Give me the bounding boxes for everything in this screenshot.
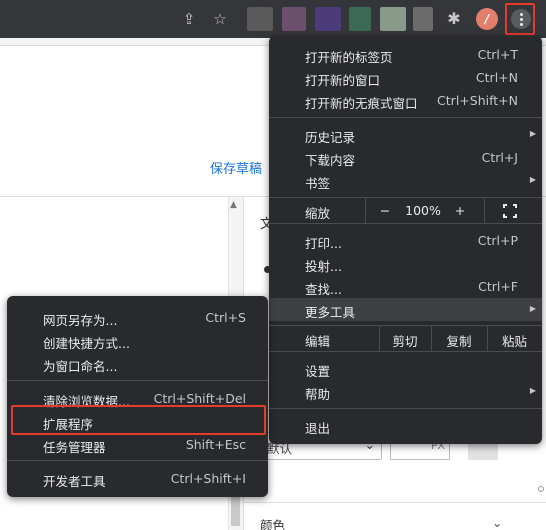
menu-separator <box>7 460 268 461</box>
menu-item-shortcut: Ctrl+S <box>205 310 246 325</box>
menu-item-label: 设置 <box>305 364 331 379</box>
cut-button[interactable]: 剪切 <box>379 331 431 350</box>
menu-item-shortcut: Ctrl+N <box>475 70 518 85</box>
extension-icon[interactable] <box>282 7 306 31</box>
extensions-annotation-box <box>11 405 266 435</box>
menu-item-settings[interactable]: 设置 <box>269 357 542 380</box>
menu-kebab-icon[interactable] <box>511 9 531 29</box>
chevron-right-icon: ▶ <box>529 129 536 138</box>
menu-item-task-manager[interactable]: 任务管理器 Shift+Esc <box>7 433 268 456</box>
menu-item-label: 下载内容 <box>305 153 356 168</box>
menu-item-shortcut: Ctrl+J <box>481 150 518 165</box>
menu-item-print[interactable]: 打印... Ctrl+P <box>269 229 542 252</box>
menu-item-label: 打印... <box>305 236 342 251</box>
menu-item-label: 创建快捷方式... <box>43 336 130 351</box>
paste-button[interactable]: 粘贴 <box>487 331 542 350</box>
menu-item-shortcut: Ctrl+Shift+I <box>170 471 246 486</box>
zoom-value: 100% <box>405 203 441 218</box>
star-icon[interactable]: ☆ <box>211 10 229 28</box>
menu-separator <box>269 117 542 118</box>
zoom-in-button[interactable]: + <box>452 203 468 218</box>
menu-item-cast[interactable]: 投射... <box>269 252 542 275</box>
zoom-divider <box>484 198 485 223</box>
scroll-marker <box>538 486 544 492</box>
menu-item-exit[interactable]: 退出 <box>269 414 542 437</box>
menu-item-bookmarks[interactable]: 书签 ▶ <box>269 169 542 192</box>
menu-item-more-tools[interactable]: 更多工具 ▶ <box>269 298 542 321</box>
menu-item-label: 帮助 <box>305 387 331 402</box>
menu-separator <box>269 223 542 224</box>
scroll-up-icon[interactable]: ▲ <box>230 200 237 210</box>
menu-item-downloads[interactable]: 下载内容 Ctrl+J <box>269 146 542 169</box>
menu-item-label: 打开新的无痕式窗口 <box>305 96 418 111</box>
menu-item-shortcut: Ctrl+F <box>478 279 518 294</box>
menu-annotation-box <box>505 3 535 35</box>
menu-item-label: 更多工具 <box>305 305 356 320</box>
menu-item-label: 打开新的窗口 <box>305 73 381 88</box>
menu-item-label: 为窗口命名... <box>43 359 118 374</box>
menu-item-label: 历史记录 <box>305 130 356 145</box>
menu-item-shortcut: Ctrl+P <box>477 233 518 248</box>
chevron-down-icon[interactable]: ⌄ <box>492 515 502 530</box>
divider <box>244 502 546 503</box>
edit-row: 编辑 剪切 复制 粘贴 <box>269 326 542 351</box>
chevron-right-icon: ▶ <box>529 175 536 184</box>
extension-icon[interactable] <box>413 7 433 31</box>
extension-icon[interactable] <box>380 7 406 31</box>
menu-item-label: 书签 <box>305 176 331 191</box>
copy-button[interactable]: 复制 <box>431 331 487 350</box>
menu-item-history[interactable]: 历史记录 ▶ <box>269 123 542 146</box>
menu-item-label: 任务管理器 <box>43 440 106 455</box>
menu-item-find[interactable]: 查找... Ctrl+F <box>269 275 542 298</box>
zoom-label: 缩放 <box>305 206 331 221</box>
menu-item-developer-tools[interactable]: 开发者工具 Ctrl+Shift+I <box>7 467 268 490</box>
more-tools-submenu: 网页另存为... Ctrl+S 创建快捷方式... 为窗口命名... 清除浏览数… <box>7 296 268 497</box>
menu-item-shortcut: Ctrl+T <box>477 47 518 62</box>
menu-item-label: 退出 <box>305 421 331 436</box>
menu-item-new-tab[interactable]: 打开新的标签页 Ctrl+T <box>269 43 542 66</box>
menu-item-shortcut: Ctrl+Shift+N <box>437 93 518 108</box>
menu-item-save-page-as[interactable]: 网页另存为... Ctrl+S <box>7 306 268 329</box>
chevron-right-icon: ▶ <box>529 386 536 395</box>
profile-avatar[interactable]: / <box>476 8 498 30</box>
extensions-icon[interactable]: ✱ <box>444 9 464 29</box>
extension-icon[interactable] <box>349 7 371 31</box>
browser-toolbar: ⇪ ☆ ✱ / <box>0 0 546 38</box>
menu-item-help[interactable]: 帮助 ▶ <box>269 380 542 403</box>
menu-separator <box>269 351 542 352</box>
menu-item-create-shortcut[interactable]: 创建快捷方式... <box>7 329 268 352</box>
menu-item-name-window[interactable]: 为窗口命名... <box>7 352 268 375</box>
menu-item-new-window[interactable]: 打开新的窗口 Ctrl+N <box>269 66 542 89</box>
menu-separator <box>269 408 542 409</box>
zoom-out-button[interactable]: − <box>377 203 393 218</box>
edit-label: 编辑 <box>305 334 331 349</box>
menu-item-label: 投射... <box>305 259 342 274</box>
share-icon[interactable]: ⇪ <box>180 10 198 28</box>
chevron-right-icon: ▶ <box>529 304 536 313</box>
zoom-row: 缩放 − 100% + <box>269 198 542 223</box>
menu-item-new-incognito-window[interactable]: 打开新的无痕式窗口 Ctrl+Shift+N <box>269 89 542 112</box>
zoom-divider <box>365 198 366 223</box>
menu-item-label: 查找... <box>305 282 342 297</box>
save-draft-link[interactable]: 保存草稿 <box>210 158 262 177</box>
menu-item-shortcut: Shift+Esc <box>185 437 246 452</box>
extension-icon[interactable] <box>315 7 341 31</box>
fullscreen-icon[interactable] <box>503 204 517 218</box>
menu-item-label: 开发者工具 <box>43 474 106 489</box>
menu-item-label: 网页另存为... <box>43 313 118 328</box>
menu-separator <box>7 380 268 381</box>
menu-item-label: 打开新的标签页 <box>305 50 393 65</box>
color-label: 颜色 <box>260 518 286 530</box>
menu-item-shortcut: Ctrl+Shift+Del <box>153 391 246 406</box>
extension-icon[interactable] <box>247 7 273 31</box>
chrome-main-menu: 打开新的标签页 Ctrl+T 打开新的窗口 Ctrl+N 打开新的无痕式窗口 C… <box>269 36 542 444</box>
